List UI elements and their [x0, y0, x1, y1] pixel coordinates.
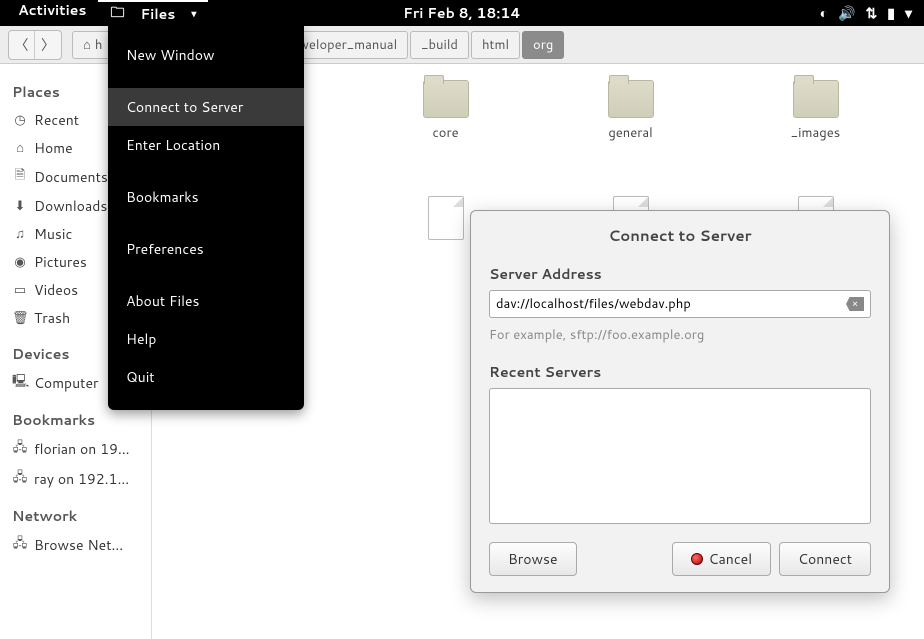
network-heading: Network	[4, 494, 147, 530]
folder-icon	[423, 80, 469, 118]
recent-icon: ◷	[12, 111, 28, 129]
folder-icon	[793, 80, 839, 118]
menu-help[interactable]: Help	[108, 320, 304, 358]
accessibility-icon[interactable]: ◐	[820, 3, 828, 23]
computer-icon: 🖳	[12, 372, 28, 394]
clock-label[interactable]: Fri Feb 8, 18:14	[403, 3, 521, 23]
file-icon	[428, 196, 464, 240]
activities-button[interactable]: Activities	[12, 0, 92, 26]
menu-quit[interactable]: Quit	[108, 358, 304, 396]
sidebar-item-browse-network[interactable]: 🖧Browse Net…	[4, 530, 147, 560]
connect-button[interactable]: Connect	[779, 542, 871, 576]
home-icon: ⌂	[83, 36, 91, 54]
server-icon: 🖧	[12, 468, 28, 490]
app-menu-button[interactable]: 🗀 Files ▾	[98, 0, 208, 26]
nav-buttons: 〈 〉	[8, 30, 62, 60]
home-icon: ⌂	[12, 139, 28, 157]
folder-icon	[608, 80, 654, 118]
menu-separator	[108, 216, 304, 230]
user-menu[interactable]: ▾	[905, 3, 912, 23]
folder-item[interactable]: general	[542, 80, 719, 190]
network-icon[interactable]: ⇅	[866, 3, 878, 23]
server-address-input[interactable]	[496, 295, 846, 313]
stop-icon	[691, 553, 703, 565]
path-seg-current[interactable]: org	[522, 31, 564, 59]
sidebar-item-bookmark[interactable]: 🖧florian on 19…	[4, 434, 147, 464]
forward-button[interactable]: 〉	[35, 31, 61, 59]
trash-icon: 🗑	[12, 309, 28, 327]
path-seg[interactable]: html	[471, 31, 520, 59]
documents-icon: 🗎	[12, 166, 28, 188]
dialog-button-row: Browse Cancel Connect	[489, 542, 871, 576]
menu-new-window[interactable]: New Window	[108, 36, 304, 74]
browse-button[interactable]: Browse	[489, 542, 577, 576]
music-icon: ♫	[12, 225, 28, 243]
pictures-icon: ◉	[12, 253, 28, 271]
menu-enter-location[interactable]: Enter Location	[108, 126, 304, 164]
server-address-row: ×	[489, 290, 871, 318]
app-menu: New Window Connect to Server Enter Locat…	[108, 26, 304, 410]
back-button[interactable]: 〈	[9, 31, 35, 59]
server-address-label: Server Address	[489, 264, 871, 284]
sidebar-item-bookmark[interactable]: 🖧ray on 192.1…	[4, 464, 147, 494]
menu-separator	[108, 164, 304, 178]
chevron-down-icon: ▾	[185, 7, 202, 21]
menu-bookmarks[interactable]: Bookmarks	[108, 178, 304, 216]
folder-item[interactable]: _images	[727, 80, 904, 190]
folder-item[interactable]: core	[357, 80, 534, 190]
menu-separator	[108, 268, 304, 282]
address-hint: For example, sftp://foo.example.org	[489, 326, 871, 344]
clear-input-icon[interactable]: ×	[846, 297, 864, 311]
recent-servers-label: Recent Servers	[489, 362, 871, 382]
menu-preferences[interactable]: Preferences	[108, 230, 304, 268]
connect-to-server-dialog: Connect to Server Server Address × For e…	[470, 210, 890, 593]
menu-about[interactable]: About Files	[108, 282, 304, 320]
network-icon: 🖧	[12, 534, 28, 556]
server-icon: 🖧	[12, 438, 28, 460]
downloads-icon: ⬇	[12, 197, 28, 215]
menu-connect-to-server[interactable]: Connect to Server	[108, 88, 304, 126]
recent-servers-list[interactable]	[489, 388, 871, 524]
dialog-title: Connect to Server	[489, 225, 871, 246]
menu-separator	[108, 74, 304, 88]
videos-icon: ▭	[12, 281, 28, 299]
volume-icon[interactable]: 🔊	[838, 3, 855, 23]
battery-icon[interactable]: ▮	[887, 3, 895, 23]
cancel-button[interactable]: Cancel	[672, 542, 772, 576]
path-seg[interactable]: _build	[410, 31, 469, 59]
